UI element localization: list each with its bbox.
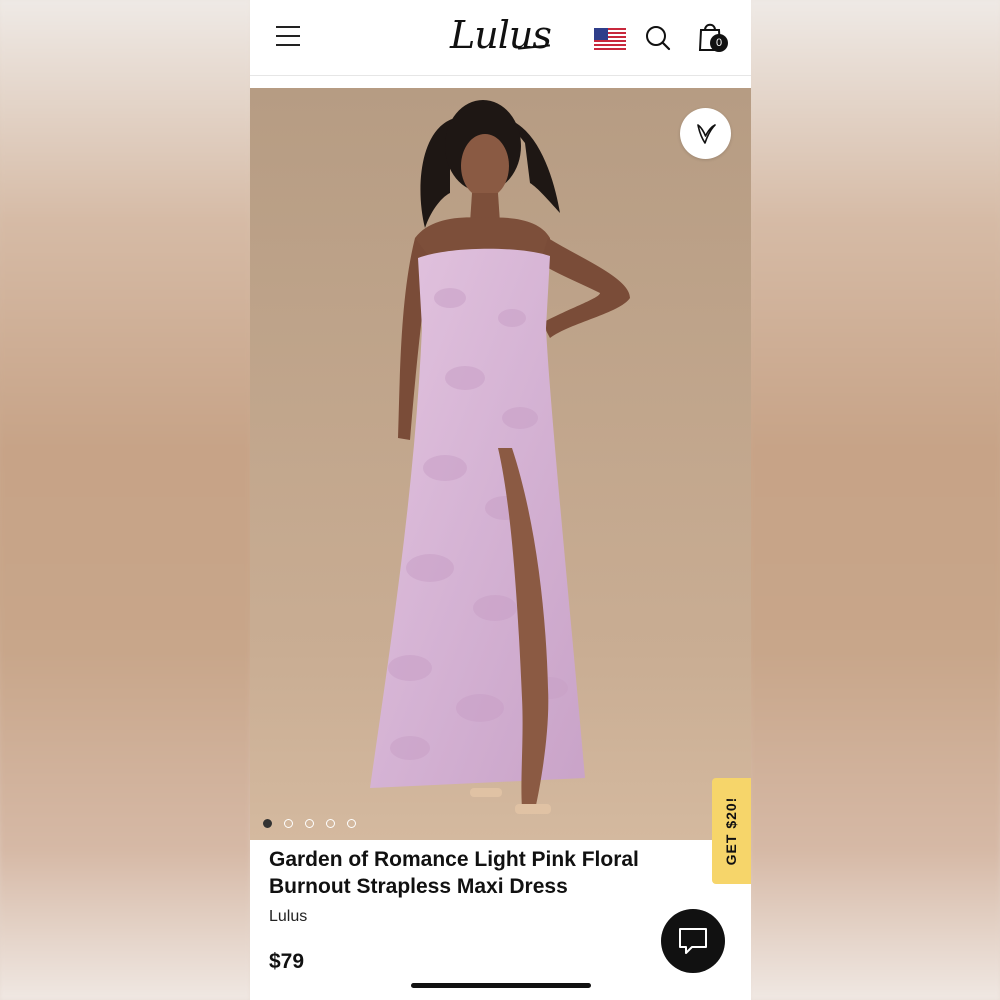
carousel-dot[interactable] — [305, 819, 314, 828]
product-photo — [250, 88, 751, 840]
carousel-dot[interactable] — [263, 819, 272, 828]
background-blur-left — [0, 0, 250, 1000]
background-blur-right — [750, 0, 1000, 1000]
home-indicator — [411, 983, 591, 988]
mobile-screen: Lulus 0 GET $20! Garden of Romance Light… — [250, 0, 751, 1000]
heart-icon — [697, 124, 716, 144]
favorite-button[interactable] — [680, 108, 731, 159]
search-icon[interactable] — [644, 24, 672, 52]
brand-logo[interactable]: Lulus — [450, 10, 552, 60]
chat-bubble-icon — [679, 928, 707, 954]
us-flag-icon[interactable] — [594, 28, 626, 52]
product-title: Garden of Romance Light Pink Floral Burn… — [269, 848, 639, 898]
product-info: Garden of Romance Light Pink Floral Burn… — [269, 846, 699, 926]
product-image-carousel[interactable] — [250, 88, 751, 840]
hamburger-menu-icon[interactable] — [276, 26, 300, 46]
site-header: Lulus 0 — [250, 0, 751, 76]
chat-button[interactable] — [661, 909, 725, 973]
promo-tab-label: GET $20! — [723, 796, 739, 866]
product-brand[interactable]: Lulus — [269, 908, 699, 926]
promo-tab[interactable]: GET $20! — [712, 778, 751, 884]
carousel-dot[interactable] — [326, 819, 335, 828]
cart-count-badge: 0 — [710, 34, 728, 52]
carousel-pagination — [263, 815, 368, 828]
header-spacer — [250, 76, 751, 88]
product-price: $79 — [269, 950, 305, 973]
carousel-dot[interactable] — [347, 819, 356, 828]
carousel-dot[interactable] — [284, 819, 293, 828]
